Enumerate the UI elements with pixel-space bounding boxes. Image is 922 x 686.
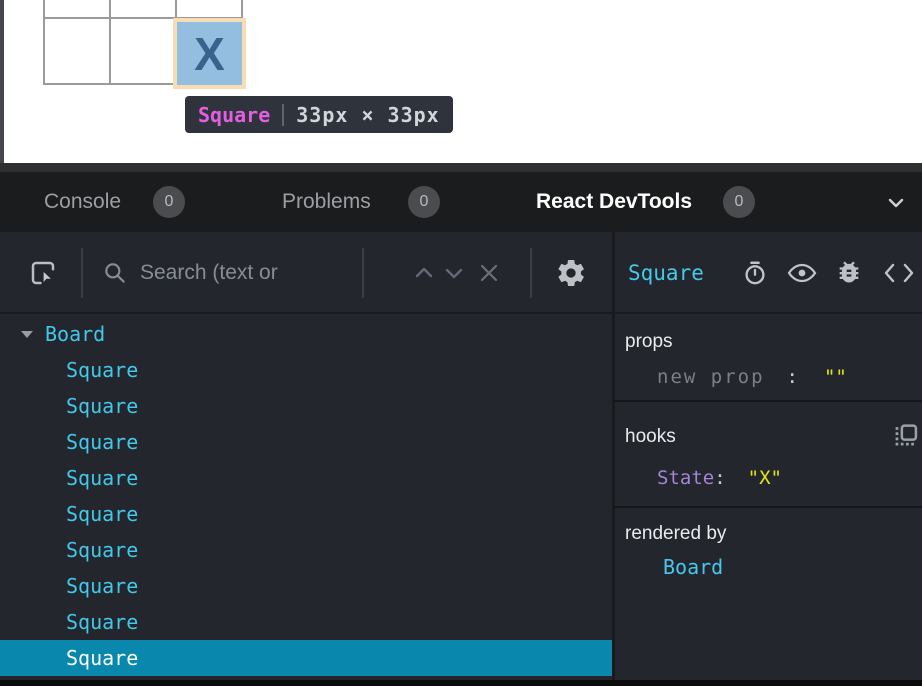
tree-item-square[interactable]: Square	[0, 604, 612, 640]
tree-item-square[interactable]: Square	[0, 568, 612, 604]
clear-search-icon[interactable]	[477, 261, 501, 290]
react-devtools-toolbar: Square	[0, 232, 922, 314]
hook-colon: :	[714, 467, 725, 489]
tree-item-square[interactable]: Square	[0, 424, 612, 460]
section-divider	[615, 506, 922, 508]
tooltip-divider	[282, 104, 284, 126]
props-heading: props	[625, 331, 673, 353]
tooltip-dimensions: 33px × 33px	[296, 103, 439, 127]
board-cell[interactable]	[44, 0, 110, 18]
tree-item-board[interactable]: Board	[0, 316, 612, 352]
expander-triangle-icon[interactable]	[20, 329, 34, 339]
eye-icon[interactable]	[787, 261, 817, 290]
toolbar-divider	[362, 248, 364, 298]
tab-problems[interactable]: Problems	[282, 172, 371, 232]
chevron-down-icon[interactable]	[884, 191, 908, 220]
props-new-prop-row[interactable]: new prop : ""	[657, 366, 847, 388]
inspect-element-icon[interactable]	[28, 258, 58, 293]
devtools-top-edge	[0, 163, 922, 172]
console-badge: 0	[153, 186, 185, 218]
window-bottom-edge	[0, 680, 922, 686]
selected-component-title: Square	[628, 232, 704, 314]
tree-item-label: Board	[45, 322, 105, 346]
rendered-by-owner-link[interactable]: Board	[663, 555, 723, 579]
tree-item-label: Square	[66, 466, 138, 490]
tree-item-label: Square	[66, 430, 138, 454]
hook-name[interactable]: State	[657, 467, 714, 489]
tree-item-label: Square	[66, 394, 138, 418]
tree-children: Square Square Square Square Square Squar…	[0, 352, 612, 676]
tree-item-square[interactable]: Square	[0, 532, 612, 568]
react-devtools-badge: 0	[723, 186, 755, 218]
tree-item-label: Square	[66, 538, 138, 562]
bug-icon[interactable]	[835, 258, 863, 291]
parse-hook-names-icon[interactable]	[893, 424, 918, 453]
page-border	[0, 0, 4, 163]
page-viewport: X Square 33px × 33px	[0, 0, 922, 163]
hook-value[interactable]: "X"	[748, 467, 782, 489]
problems-badge: 0	[408, 186, 440, 218]
tree-item-label: Square	[66, 610, 138, 634]
board-cell[interactable]	[44, 18, 110, 84]
gear-icon[interactable]	[555, 257, 587, 294]
tree-item-label: Square	[66, 502, 138, 526]
tree-item-label: Square	[66, 646, 138, 670]
component-tree-panel: Board Square Square Square Square Square…	[0, 316, 612, 680]
toolbar-divider	[81, 248, 83, 298]
square-value: X	[194, 31, 225, 77]
devtools-window: X Square 33px × 33px Console 0 Problems …	[0, 0, 922, 686]
toolbar-divider	[530, 248, 532, 298]
tree-item-square[interactable]: Square	[0, 640, 612, 676]
tab-react-devtools[interactable]: React DevTools	[536, 172, 692, 232]
tree-item-label: Square	[66, 574, 138, 598]
tooltip-component-name: Square	[198, 103, 270, 127]
board-cell[interactable]	[110, 18, 176, 84]
board-cell[interactable]	[176, 0, 242, 18]
inspect-highlight-padding: X	[173, 18, 246, 89]
previous-result-icon[interactable]	[413, 263, 435, 288]
search-icon	[102, 260, 128, 291]
rendered-by-heading: rendered by	[625, 523, 726, 545]
prop-key[interactable]: new prop	[657, 366, 765, 388]
tree-item-square[interactable]: Square	[0, 496, 612, 532]
view-source-icon[interactable]	[882, 260, 916, 291]
next-result-icon[interactable]	[443, 263, 465, 288]
search-input[interactable]	[140, 252, 352, 294]
tree-item-label: Square	[66, 358, 138, 382]
hooks-heading: hooks	[625, 426, 676, 448]
section-divider	[615, 400, 922, 402]
component-details-panel: props new prop : "" hooks	[615, 316, 922, 680]
tree-item-square[interactable]: Square	[0, 388, 612, 424]
prop-colon: :	[787, 366, 798, 388]
stopwatch-icon[interactable]	[741, 259, 769, 292]
devtools-tab-bar: Console 0 Problems 0 React DevTools 0	[0, 172, 922, 232]
board-cell[interactable]	[110, 0, 176, 18]
tree-item-square[interactable]: Square	[0, 352, 612, 388]
element-size-tooltip: Square 33px × 33px	[185, 96, 453, 133]
prop-value[interactable]: ""	[824, 366, 847, 388]
hooks-state-row[interactable]: State: "X"	[657, 467, 782, 489]
tab-console[interactable]: Console	[44, 172, 121, 232]
tree-item-square[interactable]: Square	[0, 460, 612, 496]
inspect-highlight-content[interactable]: X	[177, 22, 242, 85]
